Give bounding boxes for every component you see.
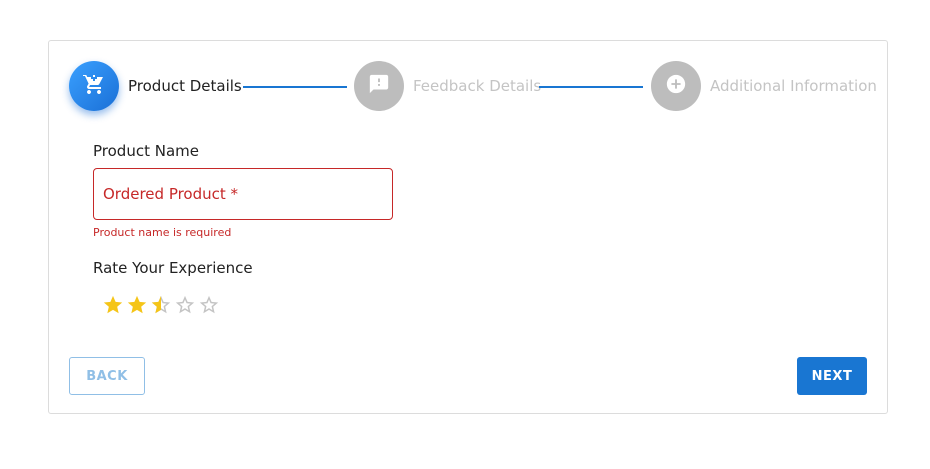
star-2-icon[interactable] <box>126 294 148 316</box>
step-2-circle <box>354 61 404 111</box>
product-name-field[interactable] <box>93 168 393 220</box>
step-feedback-details[interactable]: Feedback Details <box>354 61 541 111</box>
step-3-label: Additional Information <box>710 77 877 95</box>
feedback-stepper-card: Product Details Feedback Details Additio… <box>48 40 888 414</box>
add-circle-icon <box>665 73 687 99</box>
star-rating[interactable] <box>102 294 220 316</box>
step-1-label: Product Details <box>128 77 242 95</box>
star-4-icon[interactable] <box>174 294 196 316</box>
product-name-label: Product Name <box>93 142 199 160</box>
step-1-circle <box>69 61 119 111</box>
star-3-half-icon[interactable] <box>150 294 172 316</box>
step-connector-2 <box>539 86 643 88</box>
step-connector-1 <box>243 86 347 88</box>
step-3-circle <box>651 61 701 111</box>
shopping-cart-icon <box>82 72 106 100</box>
step-2-label: Feedback Details <box>413 77 542 95</box>
next-button[interactable]: NEXT <box>797 357 867 395</box>
back-button[interactable]: BACK <box>69 357 145 395</box>
product-name-error: Product name is required <box>93 226 232 239</box>
product-name-input[interactable] <box>103 185 392 203</box>
step-product-details[interactable]: Product Details <box>69 61 242 111</box>
feedback-icon <box>368 73 390 99</box>
star-5-icon[interactable] <box>198 294 220 316</box>
step-additional-information[interactable]: Additional Information <box>651 61 877 111</box>
star-1-icon[interactable] <box>102 294 124 316</box>
rating-label: Rate Your Experience <box>93 259 253 277</box>
stepper: Product Details Feedback Details Additio… <box>49 41 887 141</box>
